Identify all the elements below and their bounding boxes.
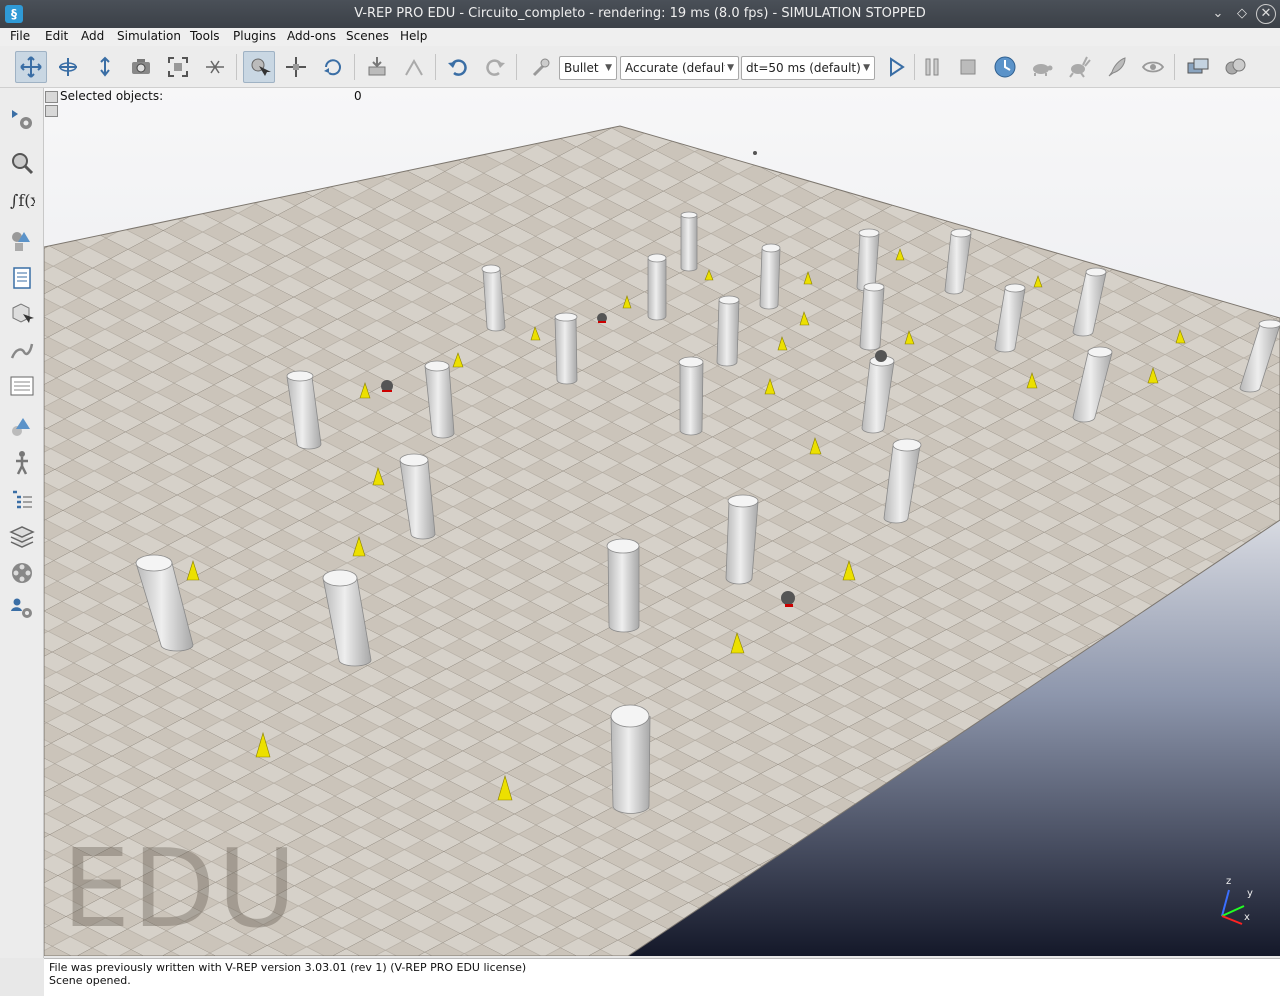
scene-viewport[interactable] bbox=[44, 88, 1280, 956]
window-title: V-REP PRO EDU - Circuito_completo - rend… bbox=[354, 6, 926, 21]
camera-pan-icon[interactable] bbox=[15, 51, 47, 83]
minimize-icon[interactable]: ⌄ bbox=[1208, 4, 1228, 24]
stop-simulation-icon[interactable] bbox=[952, 51, 984, 83]
menu-simulation[interactable]: Simulation bbox=[117, 29, 181, 43]
toggle-info-button[interactable] bbox=[45, 105, 58, 117]
video-recorder-icon[interactable] bbox=[6, 558, 38, 588]
pause-simulation-icon[interactable] bbox=[916, 51, 948, 83]
humanoid-icon[interactable] bbox=[6, 448, 38, 478]
transfer-dna-icon[interactable] bbox=[398, 51, 430, 83]
camera-shift-icon[interactable] bbox=[89, 51, 121, 83]
fly-icon[interactable] bbox=[199, 51, 231, 83]
axis-y-label: y bbox=[1247, 888, 1253, 899]
status-line: File was previously written with V-REP v… bbox=[49, 961, 527, 974]
simulation-settings-icon[interactable] bbox=[6, 104, 38, 134]
left-toolbar: ∫f(x) bbox=[0, 88, 44, 958]
undo-icon[interactable] bbox=[442, 51, 474, 83]
menu-scenes[interactable]: Scenes bbox=[346, 29, 389, 43]
status-bar: File was previously written with V-REP v… bbox=[44, 958, 1280, 996]
selection-icon[interactable] bbox=[6, 371, 38, 401]
maximize-icon[interactable]: ◇ bbox=[1232, 4, 1252, 24]
paths-icon[interactable] bbox=[6, 336, 38, 366]
object-properties-icon[interactable] bbox=[6, 413, 38, 443]
threaded-rendering-icon[interactable] bbox=[1101, 51, 1133, 83]
status-line: Scene opened. bbox=[49, 974, 131, 987]
verify-icon[interactable] bbox=[524, 51, 556, 83]
menu-bar: File Edit Add Simulation Tools Plugins A… bbox=[0, 28, 1280, 46]
accuracy-select[interactable]: Accurate (default) ▼ bbox=[620, 56, 739, 80]
svg-text:∫f(x): ∫f(x) bbox=[10, 191, 35, 210]
collections-icon[interactable] bbox=[6, 226, 38, 256]
axes-gizmo: z y x bbox=[1212, 876, 1262, 928]
object-rotate-icon[interactable] bbox=[317, 51, 349, 83]
assemble-icon[interactable] bbox=[361, 51, 393, 83]
click-select-icon[interactable] bbox=[243, 51, 275, 83]
start-simulation-icon[interactable] bbox=[880, 51, 912, 83]
calculation-modules-icon[interactable]: ∫f(x) bbox=[6, 185, 38, 215]
menu-tools[interactable]: Tools bbox=[190, 29, 220, 43]
user-settings-icon[interactable] bbox=[6, 593, 38, 623]
shapes-icon[interactable] bbox=[6, 298, 38, 328]
visualization-icon[interactable] bbox=[1137, 51, 1169, 83]
fit-to-view-icon[interactable] bbox=[162, 51, 194, 83]
title-bar: § V-REP PRO EDU - Circuito_completo - re… bbox=[0, 0, 1280, 28]
slow-down-icon[interactable] bbox=[1026, 51, 1058, 83]
menu-add[interactable]: Add bbox=[81, 29, 104, 43]
chevron-down-icon: ▼ bbox=[863, 63, 870, 73]
camera-rotate-icon[interactable] bbox=[52, 51, 84, 83]
edu-watermark: EDU bbox=[62, 827, 299, 952]
realtime-icon[interactable] bbox=[989, 51, 1021, 83]
menu-plugins[interactable]: Plugins bbox=[233, 29, 276, 43]
layers-icon[interactable] bbox=[6, 522, 38, 552]
scripts-icon[interactable] bbox=[6, 263, 38, 293]
page-selector-icon[interactable] bbox=[1182, 51, 1214, 83]
scene-hierarchy-icon[interactable] bbox=[6, 486, 38, 516]
redo-icon[interactable] bbox=[479, 51, 511, 83]
timestep-select[interactable]: dt=50 ms (default) ▼ bbox=[741, 56, 875, 80]
scene-render bbox=[44, 88, 1280, 956]
selected-objects-count: 0 bbox=[354, 89, 362, 103]
selected-objects-label: Selected objects: bbox=[60, 89, 164, 103]
model-browser-icon[interactable] bbox=[6, 148, 38, 178]
object-shift-icon[interactable] bbox=[280, 51, 312, 83]
axis-x-label: x bbox=[1244, 912, 1250, 923]
speed-up-icon[interactable] bbox=[1063, 51, 1095, 83]
camera-angle-icon[interactable] bbox=[125, 51, 157, 83]
menu-file[interactable]: File bbox=[10, 29, 30, 43]
menu-edit[interactable]: Edit bbox=[45, 29, 68, 43]
menu-help[interactable]: Help bbox=[400, 29, 427, 43]
chevron-down-icon: ▼ bbox=[605, 63, 612, 73]
chevron-down-icon: ▼ bbox=[725, 57, 734, 79]
axes-icon bbox=[1221, 889, 1245, 925]
close-icon[interactable]: ✕ bbox=[1256, 4, 1276, 24]
collapse-info-button[interactable] bbox=[45, 91, 58, 103]
axis-z-label: z bbox=[1226, 876, 1232, 887]
menu-addons[interactable]: Add-ons bbox=[287, 29, 336, 43]
view-selector-icon[interactable] bbox=[1219, 51, 1251, 83]
physics-engine-select[interactable]: Bullet ▼ bbox=[559, 56, 617, 80]
